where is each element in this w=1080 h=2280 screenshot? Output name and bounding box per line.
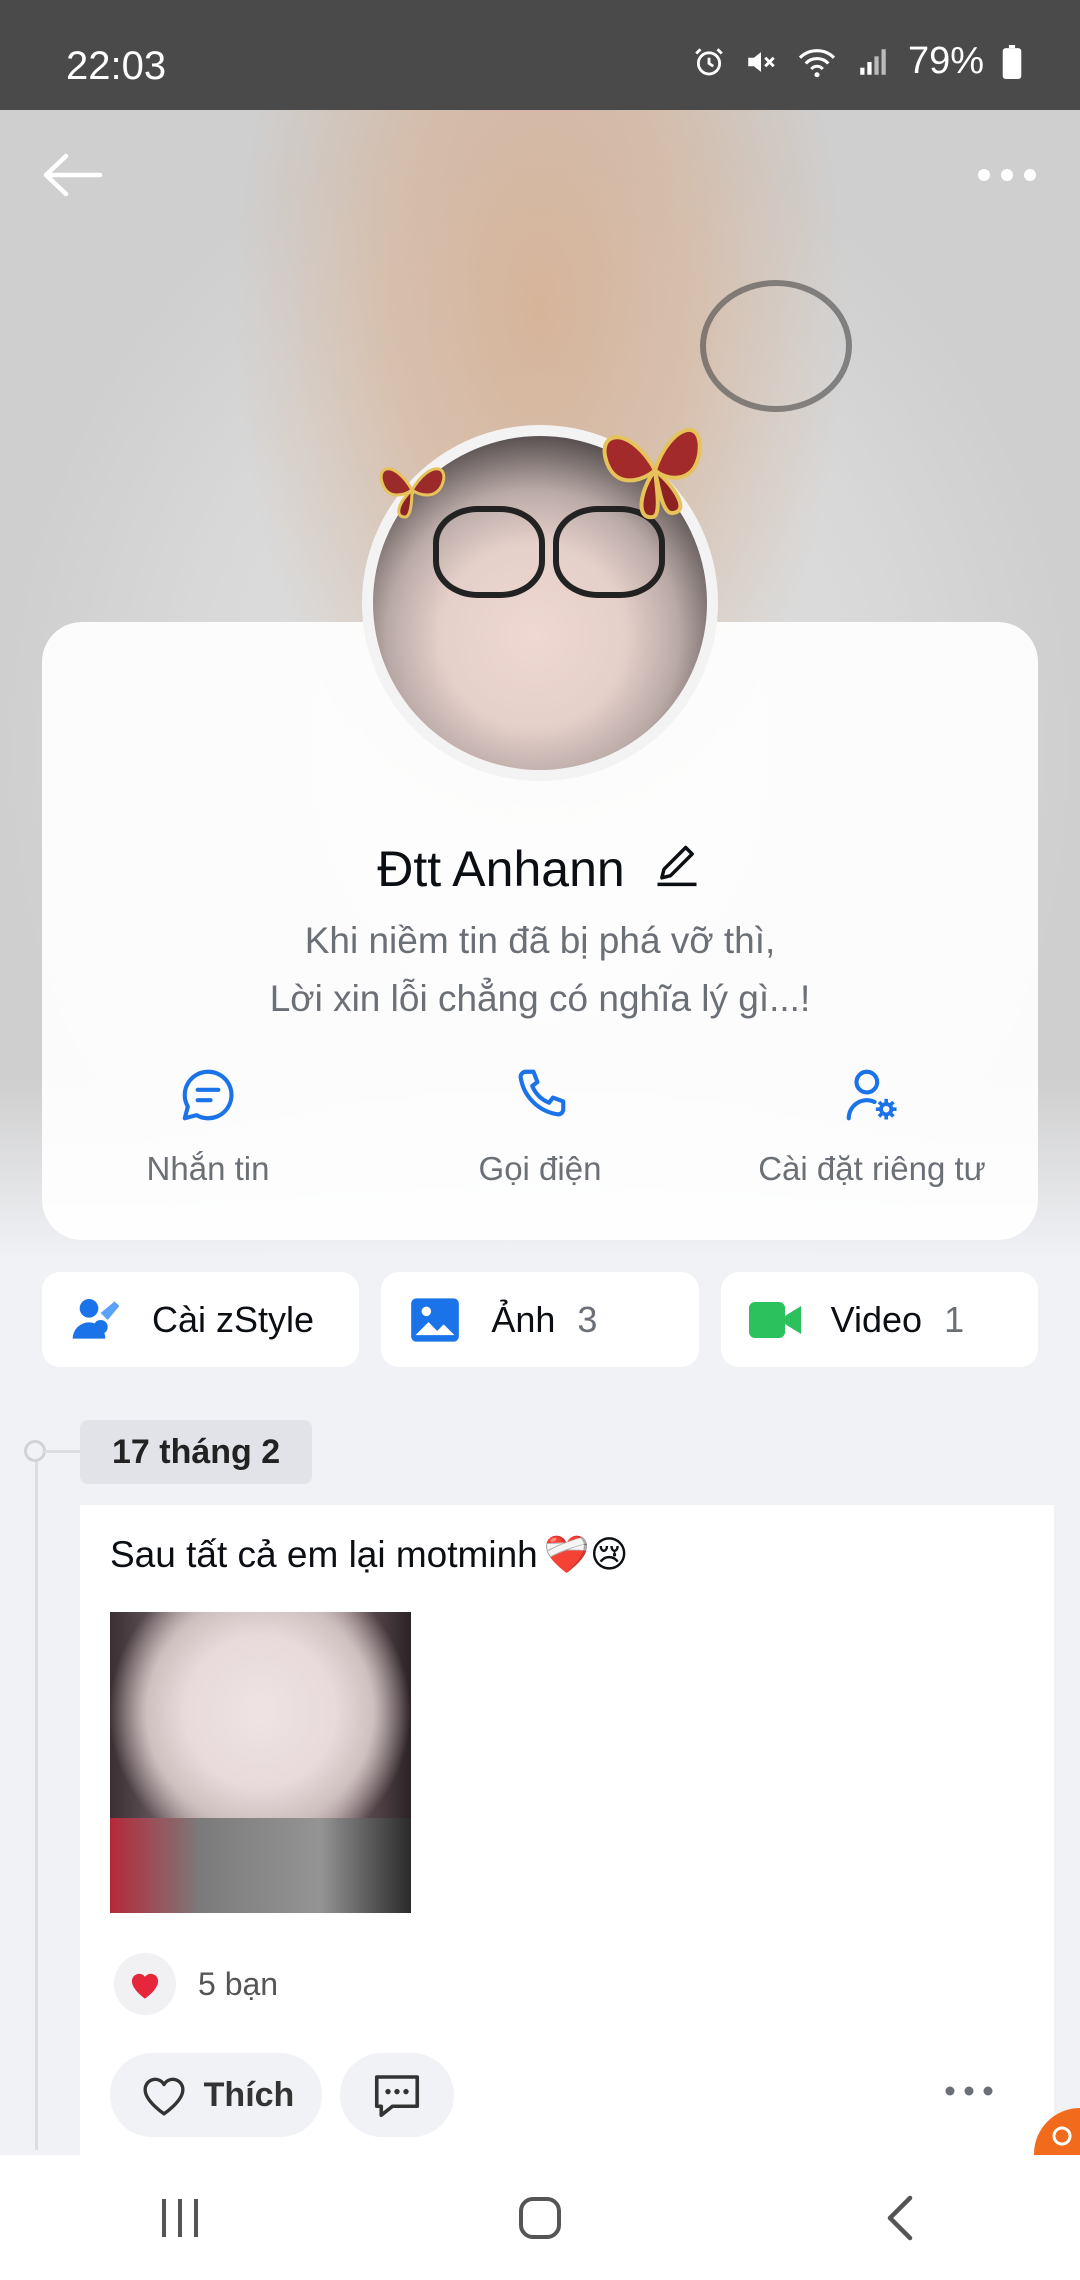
arrow-left-icon: [43, 153, 103, 197]
photos-label: Ảnh: [491, 1298, 556, 1340]
like-label: Thích: [203, 2075, 295, 2114]
post-card[interactable]: Sau tất cả em lại motminh ❤️‍🩹😢 5 bạn Th…: [80, 1505, 1054, 2155]
bio-line-2: Lời xin lỗi chẳng có nghĩa lý gì...!: [269, 978, 811, 1019]
more-horizontal-icon: [945, 2086, 993, 2096]
bio-line-1: Khi niềm tin đã bị phá vỡ thì,: [304, 920, 776, 961]
phone-icon: [505, 1060, 575, 1130]
video-button[interactable]: Video 1: [720, 1272, 1038, 1367]
wifi-icon: [796, 45, 838, 79]
post-actions: Thích: [110, 2053, 1030, 2137]
image-icon: [407, 1292, 463, 1348]
timeline-dot: [24, 1440, 46, 1462]
user-settings-icon: [837, 1060, 907, 1130]
call-button[interactable]: Gọi điện: [374, 1060, 706, 1188]
chevron-left-icon: [887, 2195, 913, 2240]
butterfly-sticker-icon: [595, 415, 715, 535]
likes-count: 5 bạn: [198, 1965, 279, 2002]
battery-percent: 79%: [907, 40, 984, 82]
floating-bubble-icon: [1034, 2108, 1080, 2158]
like-button[interactable]: Thích: [110, 2053, 322, 2137]
signal-icon: [856, 45, 890, 79]
video-label: Video: [830, 1298, 923, 1340]
heart-reaction-icon: [114, 1953, 176, 2015]
profile-name-row: Đtt Anhann: [0, 840, 1080, 898]
mute-icon: [744, 45, 778, 79]
edit-pencil-icon[interactable]: [651, 841, 703, 898]
recent-apps-icon: [162, 2198, 198, 2237]
home-icon: [519, 2196, 561, 2239]
cover-glasses-shape: [700, 280, 852, 412]
home-button[interactable]: [440, 2168, 640, 2268]
video-camera-icon: [747, 1292, 803, 1348]
back-button[interactable]: [40, 150, 104, 200]
profile-bio: Khi niềm tin đã bị phá vỡ thì, Lời xin l…: [0, 912, 1080, 1028]
system-navigation-bar: [0, 2155, 1080, 2280]
quick-access-row: Cài zStyle Ảnh 3 Video 1: [42, 1272, 1038, 1367]
recent-apps-button[interactable]: [80, 2168, 280, 2268]
status-bar: 22:03 79%: [0, 0, 1080, 110]
heart-outline-icon: [143, 2077, 185, 2116]
photos-count: 3: [577, 1298, 598, 1340]
status-time: 22:03: [66, 44, 167, 88]
battery-icon: [1002, 44, 1022, 79]
post-caption: Sau tất cả em lại motminh: [110, 1534, 538, 1575]
privacy-settings-label: Cài đặt riêng tư: [758, 1150, 986, 1187]
comment-icon: [374, 2075, 420, 2118]
message-label: Nhắn tin: [146, 1150, 270, 1187]
timeline-line: [35, 1450, 38, 2150]
message-button[interactable]: Nhắn tin: [42, 1060, 374, 1188]
video-count: 1: [944, 1298, 965, 1340]
timeline-date: 17 tháng 2: [80, 1420, 313, 1484]
status-icons: 79%: [692, 40, 1022, 83]
alarm-icon: [692, 45, 726, 79]
profile-name: Đtt Anhann: [377, 841, 625, 897]
more-options-button[interactable]: [972, 155, 1042, 195]
profile-actions: Nhắn tin Gọi điện Cài đặt riêng tư: [42, 1060, 1038, 1188]
call-label: Gọi điện: [478, 1150, 602, 1187]
comment-button[interactable]: [340, 2053, 454, 2137]
post-text: Sau tất cả em lại motminh ❤️‍🩹😢: [110, 1533, 628, 1577]
butterfly-sticker-icon: [375, 455, 450, 530]
post-more-button[interactable]: [944, 2081, 994, 2106]
photos-button[interactable]: Ảnh 3: [381, 1272, 699, 1367]
zstyle-icon: [68, 1292, 124, 1348]
zstyle-label: Cài zStyle: [152, 1298, 315, 1340]
more-horizontal-icon: [978, 169, 1036, 181]
chat-bubble-icon: [173, 1060, 243, 1130]
back-nav-button[interactable]: [800, 2168, 1000, 2268]
reactions-summary[interactable]: 5 bạn: [114, 1953, 278, 2015]
post-photo[interactable]: [110, 1612, 411, 1913]
privacy-settings-button[interactable]: Cài đặt riêng tư: [706, 1060, 1038, 1188]
floating-action-button[interactable]: [1034, 2108, 1080, 2158]
zstyle-button[interactable]: Cài zStyle: [42, 1272, 360, 1367]
post-emojis: ❤️‍🩹😢: [543, 1534, 629, 1575]
